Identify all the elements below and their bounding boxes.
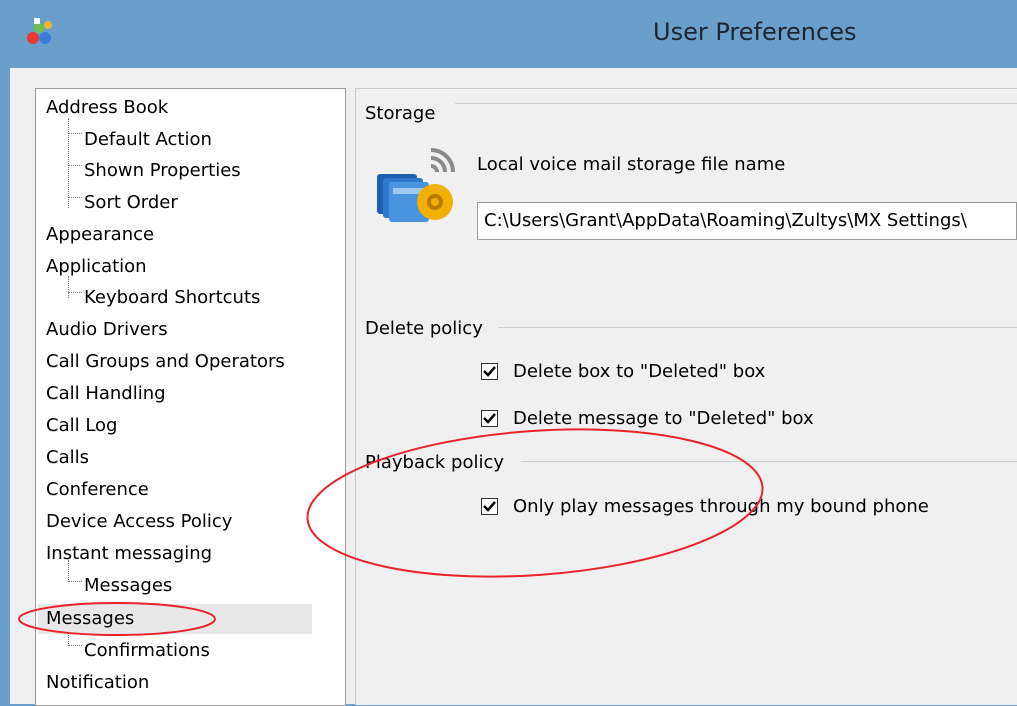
- voicemail-storage-icon: [377, 148, 455, 222]
- tree-item-messages[interactable]: Messages: [38, 604, 312, 634]
- delete-box-checkbox[interactable]: [481, 363, 498, 380]
- tree-connector: [68, 133, 82, 134]
- tree-item-call-groups-and-operators[interactable]: Call Groups and Operators: [46, 347, 285, 377]
- delete-policy-group-label: Delete policy: [365, 318, 491, 339]
- checkmark-icon: [483, 413, 496, 424]
- tree-connector: [68, 118, 69, 208]
- tree-item-instant-messaging[interactable]: Instant messaging: [46, 539, 212, 569]
- tree-connector: [68, 645, 82, 646]
- checkmark-icon: [483, 501, 496, 512]
- tree-item-call-log[interactable]: Call Log: [46, 411, 117, 441]
- tree-item-address-book[interactable]: Address Book: [46, 93, 168, 123]
- only-play-bound-phone-label[interactable]: Only play messages through my bound phon…: [513, 496, 929, 517]
- storage-field-label: Local voice mail storage file name: [477, 154, 786, 175]
- tree-item-default-action[interactable]: Default Action: [84, 125, 212, 155]
- delete-message-checkbox[interactable]: [481, 410, 498, 427]
- tree-connector: [68, 197, 82, 198]
- tree-connector: [68, 165, 82, 166]
- tree-item-sort-order[interactable]: Sort Order: [84, 188, 178, 218]
- tree-item-conference[interactable]: Conference: [46, 475, 149, 505]
- delete-message-label[interactable]: Delete message to "Deleted" box: [513, 408, 814, 429]
- tree-item-keyboard-shortcuts[interactable]: Keyboard Shortcuts: [84, 283, 260, 313]
- preferences-tree[interactable]: Address Book Default Action Shown Proper…: [35, 88, 346, 706]
- tree-item-confirmations[interactable]: Confirmations: [84, 636, 210, 666]
- tree-item-shown-properties[interactable]: Shown Properties: [84, 156, 241, 186]
- group-divider: [498, 327, 1017, 328]
- group-divider: [521, 461, 1017, 462]
- checkmark-icon: [483, 366, 496, 377]
- storage-path-input[interactable]: C:\Users\Grant\AppData\Roaming\Zultys\MX…: [477, 202, 1017, 240]
- tree-item-appearance[interactable]: Appearance: [46, 220, 154, 250]
- title-bar: User Preferences: [0, 0, 1017, 68]
- only-play-bound-phone-checkbox[interactable]: [481, 498, 498, 515]
- tree-item-calls[interactable]: Calls: [46, 443, 89, 473]
- playback-policy-group-label: Playback policy: [365, 452, 513, 473]
- storage-group-label: Storage: [365, 103, 444, 124]
- app-logo-icon: [27, 18, 52, 44]
- tree-item-device-access-policy[interactable]: Device Access Policy: [46, 507, 232, 537]
- tree-item-im-messages[interactable]: Messages: [84, 571, 172, 601]
- tree-item-application[interactable]: Application: [46, 252, 147, 282]
- tree-item-notification[interactable]: Notification: [46, 668, 149, 698]
- tree-connector: [68, 292, 82, 293]
- tree-item-call-handling[interactable]: Call Handling: [46, 379, 166, 409]
- tree-connector: [68, 581, 82, 582]
- window-title: User Preferences: [653, 18, 857, 46]
- tree-item-audio-drivers[interactable]: Audio Drivers: [46, 315, 168, 345]
- delete-box-label[interactable]: Delete box to "Deleted" box: [513, 361, 765, 382]
- group-divider: [455, 103, 1017, 104]
